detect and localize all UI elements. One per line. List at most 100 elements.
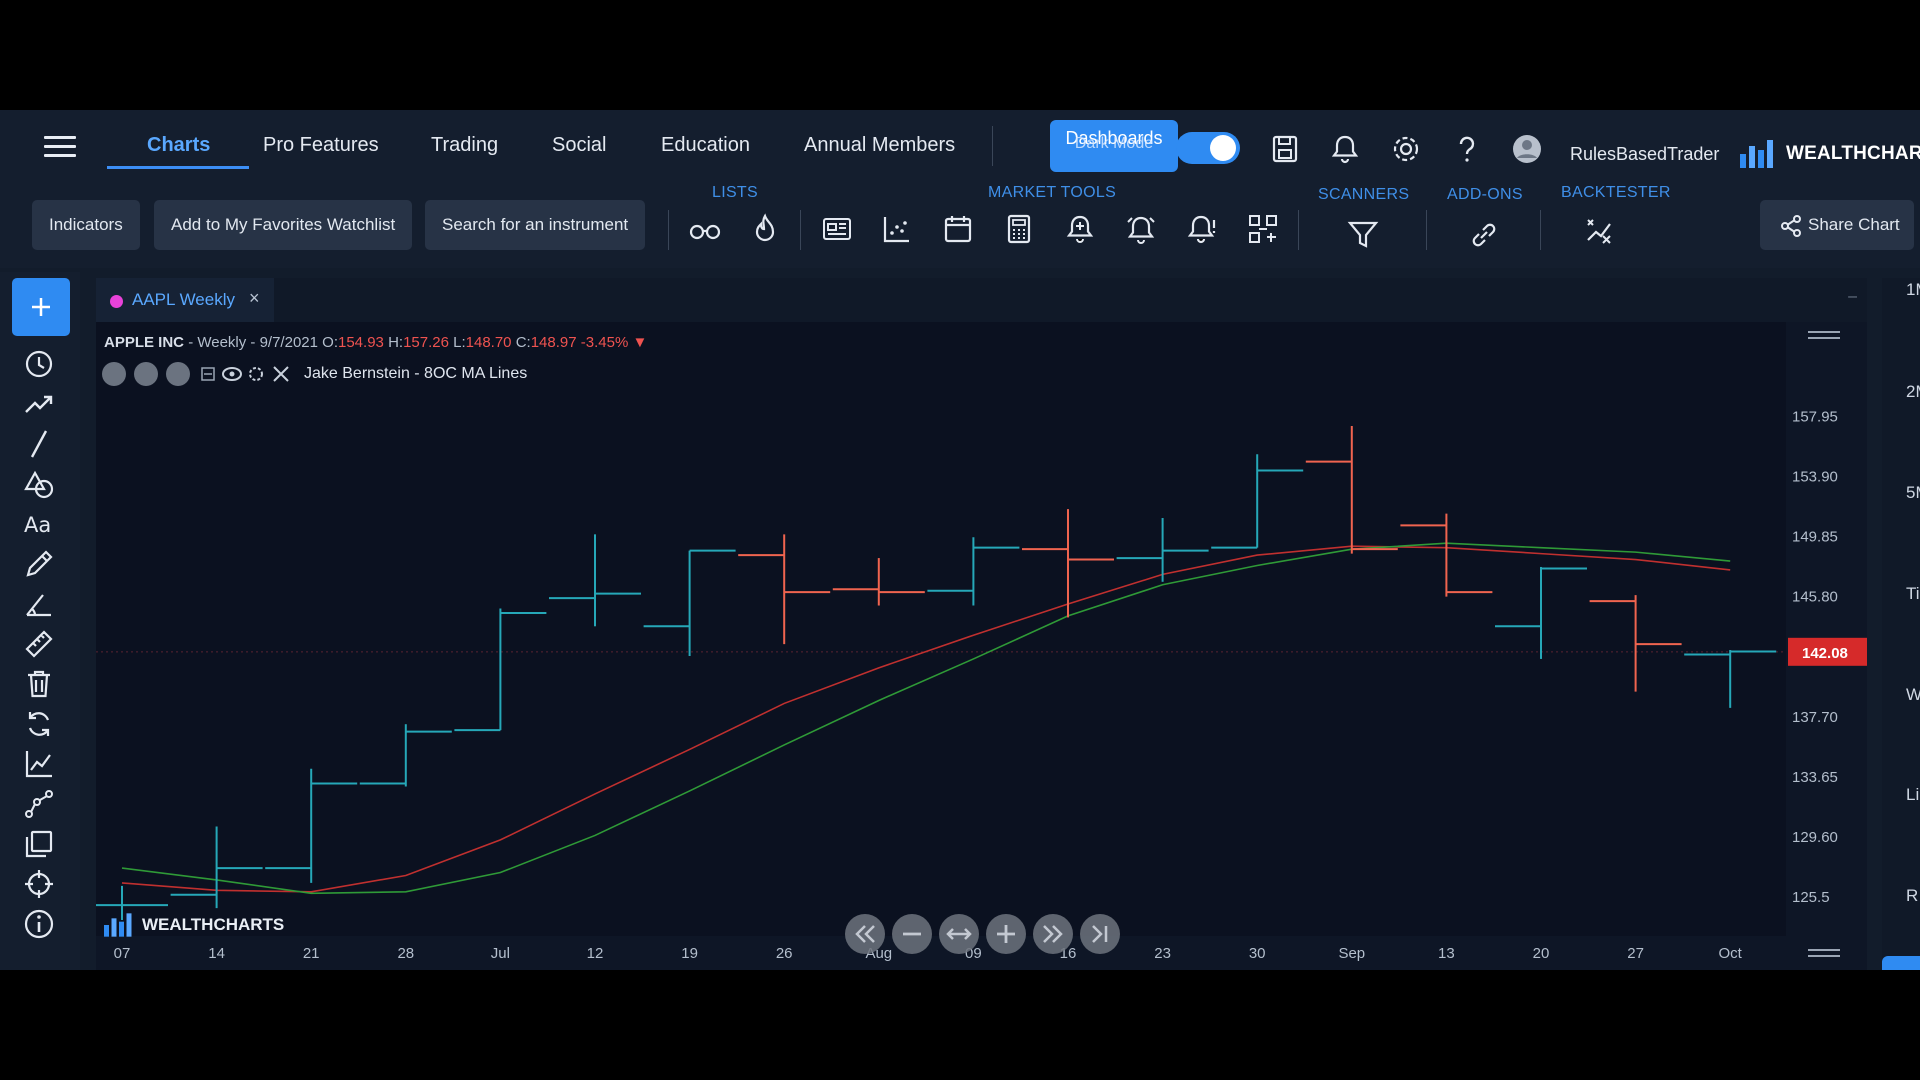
shapes-icon[interactable]: [22, 467, 56, 501]
price-tick-label: 129.60: [1792, 829, 1838, 846]
info-icon[interactable]: [22, 907, 56, 941]
line-tool-icon[interactable]: [22, 427, 56, 461]
pencil-icon[interactable]: [22, 547, 56, 581]
brand-logo[interactable]: WEALTHCHARTS: [1738, 134, 1920, 174]
nav-divider: [992, 126, 993, 166]
news-icon[interactable]: [820, 212, 854, 246]
alarm-bell-icon[interactable]: [1124, 212, 1158, 246]
glasses-icon[interactable]: [688, 212, 722, 246]
copy-icon[interactable]: [22, 827, 56, 861]
toolbar-divider: [1426, 210, 1427, 250]
trash-icon[interactable]: [22, 667, 56, 701]
username[interactable]: RulesBasedTrader: [1570, 144, 1719, 165]
indicators-button[interactable]: Indicators: [32, 200, 140, 250]
top-navigation: Charts Pro Features Trading Social Educa…: [0, 110, 1920, 182]
backtester-icon[interactable]: [1582, 214, 1616, 248]
moving-average-green: [121, 542, 1731, 895]
minus-icon: [903, 932, 921, 936]
calculator-icon[interactable]: [1002, 212, 1036, 246]
timeframe-r[interactable]: R: [1906, 886, 1918, 906]
tab-education[interactable]: Education: [661, 134, 750, 157]
timeframe-1m[interactable]: 1M: [1906, 280, 1920, 300]
price-chart[interactable]: 157.95 153.90 149.85 145.80 137.70 133.65 129.…: [96, 322, 1867, 970]
gear-icon[interactable]: [1389, 132, 1423, 166]
filter-icon[interactable]: [1346, 218, 1380, 252]
add-favorites-button[interactable]: Add to My Favorites Watchlist: [154, 200, 413, 250]
ruler-icon[interactable]: [22, 627, 56, 661]
tab-annual-members[interactable]: Annual Members: [804, 134, 955, 157]
text-tool-icon[interactable]: Aa: [22, 507, 56, 541]
tab-charts[interactable]: Charts: [147, 134, 210, 157]
bell-icon[interactable]: [1328, 132, 1362, 166]
tab-pro-features[interactable]: Pro Features: [263, 134, 379, 157]
calendar-icon[interactable]: [941, 212, 975, 246]
scroll-forward-fast-button[interactable]: [1033, 914, 1073, 954]
chart-watermark: WEALTHCHARTS: [102, 910, 284, 940]
addons-label: ADD-ONS: [1447, 186, 1523, 203]
trend-icon[interactable]: [22, 387, 56, 421]
avatar-icon[interactable]: [1510, 132, 1544, 166]
toolbar-divider: [1298, 210, 1299, 250]
close-tab-icon[interactable]: ×: [249, 288, 260, 309]
add-tool-button[interactable]: [12, 278, 70, 336]
skip-end-icon: [1092, 925, 1108, 943]
price-tick-label: 157.95: [1792, 408, 1838, 425]
drawing-tools-sidebar: Aa: [0, 272, 80, 970]
flame-icon[interactable]: [748, 212, 782, 246]
share-chart-button[interactable]: Share Chart: [1760, 200, 1914, 250]
horizontal-arrows-icon: [946, 928, 972, 940]
share-chart-label: Share Chart: [1808, 215, 1900, 234]
node-path-icon[interactable]: [22, 787, 56, 821]
time-tick-label: 07: [114, 945, 131, 962]
refresh-icon[interactable]: [22, 707, 56, 741]
watermark-logo-icon: [104, 913, 132, 937]
time-tick-label: 27: [1627, 945, 1644, 962]
clock-icon[interactable]: [22, 347, 56, 381]
scatter-plot-icon[interactable]: [880, 212, 914, 246]
dark-mode-toggle[interactable]: [1176, 132, 1240, 164]
brand-name: WEALTHCHARTS: [1786, 143, 1920, 164]
bell-alert-icon[interactable]: [1185, 212, 1219, 246]
crosshair-icon[interactable]: [22, 867, 56, 901]
time-tick-label: 19: [681, 945, 698, 962]
link-icon[interactable]: [1467, 218, 1501, 252]
help-icon[interactable]: [1450, 132, 1484, 166]
moving-average-red: [121, 545, 1731, 893]
price-tick-label: 137.70: [1792, 709, 1838, 726]
line-chart-icon[interactable]: [22, 747, 56, 781]
time-tick-label: Sep: [1338, 945, 1365, 962]
active-tab-indicator: [107, 166, 249, 169]
toolbar-divider: [800, 210, 801, 250]
timeframe-ti[interactable]: Ti: [1906, 584, 1920, 604]
timeframe-5m[interactable]: 5M: [1906, 483, 1920, 503]
heatmap-grid-icon[interactable]: [1246, 212, 1280, 246]
scroll-back-fast-button[interactable]: [845, 914, 885, 954]
backtester-label: BACKTESTER: [1561, 184, 1671, 201]
timeframe-w[interactable]: W: [1906, 685, 1920, 705]
toolbar-divider: [1540, 210, 1541, 250]
instrument-search[interactable]: Search for an instrument: [425, 200, 646, 250]
minimize-icon[interactable]: –: [1848, 288, 1857, 306]
dashboards-button[interactable]: Dashboards Dark Mode: [1050, 120, 1178, 172]
timeframe-l[interactable]: Li: [1906, 785, 1919, 805]
angle-tool-icon[interactable]: [22, 587, 56, 621]
timeframe-2m[interactable]: 2M: [1906, 382, 1920, 402]
wealthcharts-logo-icon: [1740, 140, 1773, 168]
add-alert-icon[interactable]: [1063, 212, 1097, 246]
toolbar-divider: [668, 210, 669, 250]
menu-icon[interactable]: [44, 136, 76, 158]
price-tick-label: 149.85: [1792, 529, 1838, 546]
zoom-out-button[interactable]: [892, 914, 932, 954]
scroll-to-end-button[interactable]: [1080, 914, 1120, 954]
save-icon[interactable]: [1268, 132, 1302, 166]
tab-social[interactable]: Social: [552, 134, 606, 157]
tab-trading[interactable]: Trading: [431, 134, 498, 157]
zoom-in-button[interactable]: [986, 914, 1026, 954]
plus-icon: [997, 925, 1015, 943]
time-tick-label: 13: [1438, 945, 1455, 962]
time-tick-label: 28: [397, 945, 414, 962]
fit-width-button[interactable]: [939, 914, 979, 954]
chart-tab-title: AAPL Weekly: [132, 290, 235, 309]
chart-tab[interactable]: AAPL Weekly ×: [96, 278, 274, 322]
market-tools-label: MARKET TOOLS: [988, 184, 1117, 201]
